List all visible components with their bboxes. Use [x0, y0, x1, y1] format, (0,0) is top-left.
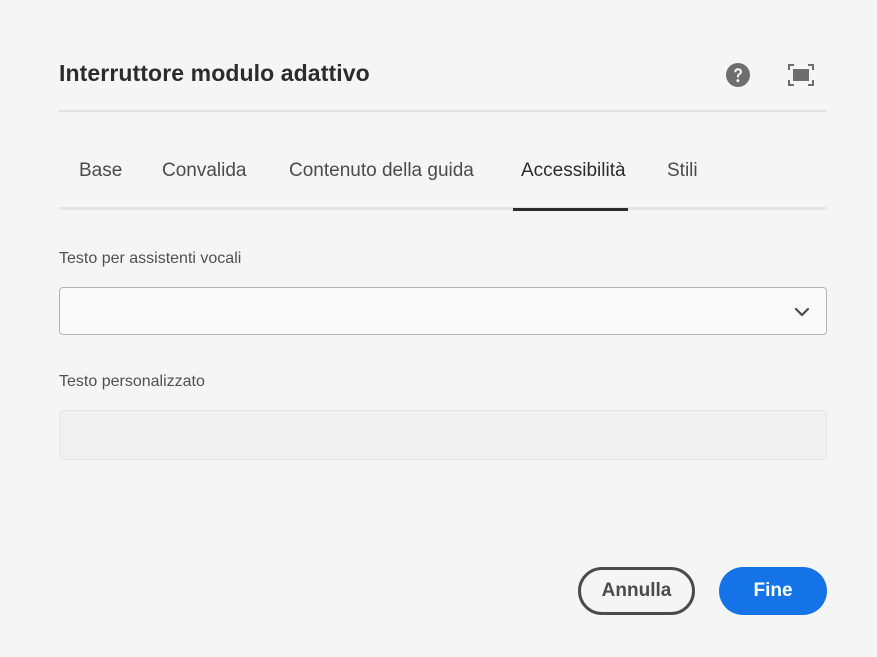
custom-text-label: Testo personalizzato	[59, 373, 205, 390]
help-circle-icon	[726, 63, 750, 87]
tab-base[interactable]: Base	[79, 160, 122, 210]
cancel-button[interactable]: Annulla	[578, 567, 695, 615]
dialog-header: Interruttore modulo adattivo	[59, 48, 827, 112]
tab-accessibilita[interactable]: Accessibilità	[513, 160, 628, 211]
screen-reader-text-select[interactable]	[59, 287, 827, 335]
custom-text-input[interactable]	[59, 410, 827, 460]
tab-stili[interactable]: Stili	[667, 160, 698, 210]
dialog-title: Interruttore modulo adattivo	[59, 60, 370, 86]
help-button[interactable]	[723, 60, 753, 90]
screen-reader-text-label: Testo per assistenti vocali	[59, 250, 242, 267]
tab-convalida[interactable]: Convalida	[162, 160, 247, 210]
fullscreen-button[interactable]	[786, 60, 816, 90]
chevron-down-icon	[794, 307, 810, 317]
dialog: Interruttore modulo adattivo Base Conval…	[0, 0, 877, 657]
fullscreen-icon	[788, 64, 814, 86]
tab-contenuto-guida[interactable]: Contenuto della guida	[289, 160, 474, 210]
done-button[interactable]: Fine	[719, 567, 827, 615]
tab-list: Base Convalida Contenuto della guida Acc…	[59, 150, 827, 211]
